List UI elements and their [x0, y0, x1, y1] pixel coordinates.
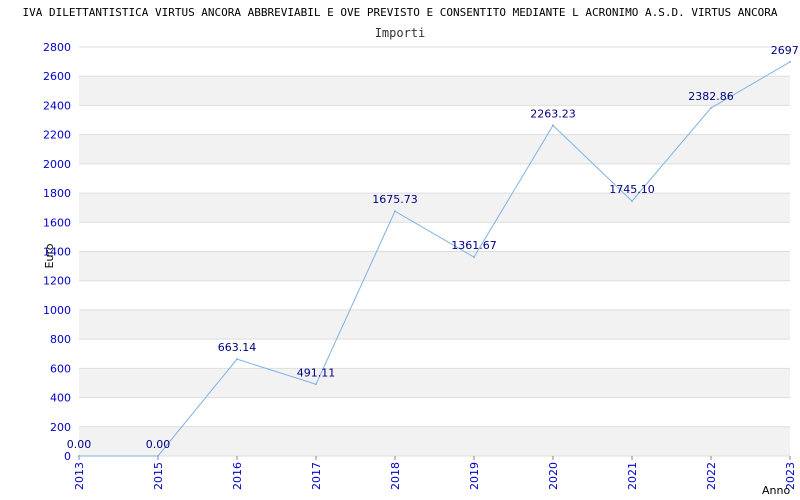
- line-chart: 0200400600800100012001400160018002000220…: [23, 6, 800, 497]
- y-tick-label: 2000: [43, 158, 71, 171]
- y-tick-label: 0: [64, 450, 71, 463]
- grid-band: [79, 105, 790, 135]
- data-label: 1361.67: [451, 239, 497, 252]
- grid-band: [79, 163, 790, 194]
- data-point: [236, 358, 238, 361]
- x-tick-label: 2015: [152, 462, 165, 490]
- y-tick-label: 600: [50, 362, 71, 375]
- grid-band: [79, 339, 790, 369]
- x-tick-label: 2022: [705, 462, 718, 490]
- data-label: 1745.10: [609, 183, 655, 196]
- grid-band: [79, 47, 790, 77]
- grid-band: [79, 222, 790, 252]
- data-point: [394, 210, 396, 213]
- data-point: [710, 106, 712, 109]
- y-tick-label: 2400: [43, 99, 71, 112]
- grid-band: [79, 368, 790, 398]
- data-label: 2697.9: [771, 44, 800, 57]
- y-tick-label: 1600: [43, 216, 71, 229]
- data-label: 0.00: [67, 438, 92, 451]
- chart-title: IVA DILETTANTISTICA VIRTUS ANCORA ABBREV…: [23, 6, 778, 19]
- data-label: 2382.86: [688, 90, 734, 103]
- data-label: 2263.23: [530, 107, 576, 120]
- data-point: [789, 60, 791, 63]
- grid-band: [79, 76, 790, 106]
- data-label: 1675.73: [372, 193, 418, 206]
- data-label: 663.14: [218, 341, 257, 354]
- y-tick-label: 2800: [43, 41, 71, 54]
- x-axis-ticks: 2013 2015 2016 2017 2018 2019 2020 2021 2022 2023: [73, 456, 797, 490]
- data-point: [315, 383, 317, 386]
- x-tick-label: 2021: [626, 462, 639, 490]
- grid-band: [79, 193, 790, 223]
- data-label: 0.00: [146, 438, 171, 451]
- grid-band: [79, 309, 790, 340]
- grid-band: [79, 280, 790, 310]
- chart-subtitle: Importi: [375, 26, 426, 40]
- grid-band: [79, 251, 790, 281]
- y-tick-label: 2600: [43, 70, 71, 83]
- y-tick-label: 2200: [43, 129, 71, 142]
- y-tick-label: 1000: [43, 304, 71, 317]
- data-point: [473, 256, 475, 259]
- data-label: 491.11: [297, 366, 336, 379]
- data-point: [78, 455, 80, 457]
- data-point: [631, 200, 633, 203]
- grid-band: [79, 426, 790, 456]
- x-tick-label: 2019: [468, 462, 481, 490]
- data-point: [552, 124, 554, 127]
- y-tick-label: 800: [50, 333, 71, 346]
- grid-band: [79, 134, 790, 164]
- x-axis-label: Anno: [762, 484, 790, 497]
- x-tick-label: 2020: [547, 462, 560, 490]
- y-axis-label: Euro: [43, 243, 56, 268]
- x-tick-label: 2017: [310, 462, 323, 490]
- data-point: [157, 455, 159, 457]
- x-tick-label: 2018: [389, 462, 402, 490]
- y-tick-label: 400: [50, 392, 71, 405]
- y-tick-label: 200: [50, 421, 71, 434]
- x-tick-label: 2016: [231, 462, 244, 490]
- y-tick-label: 1800: [43, 187, 71, 200]
- y-tick-label: 1200: [43, 275, 71, 288]
- x-tick-label: 2013: [73, 462, 86, 490]
